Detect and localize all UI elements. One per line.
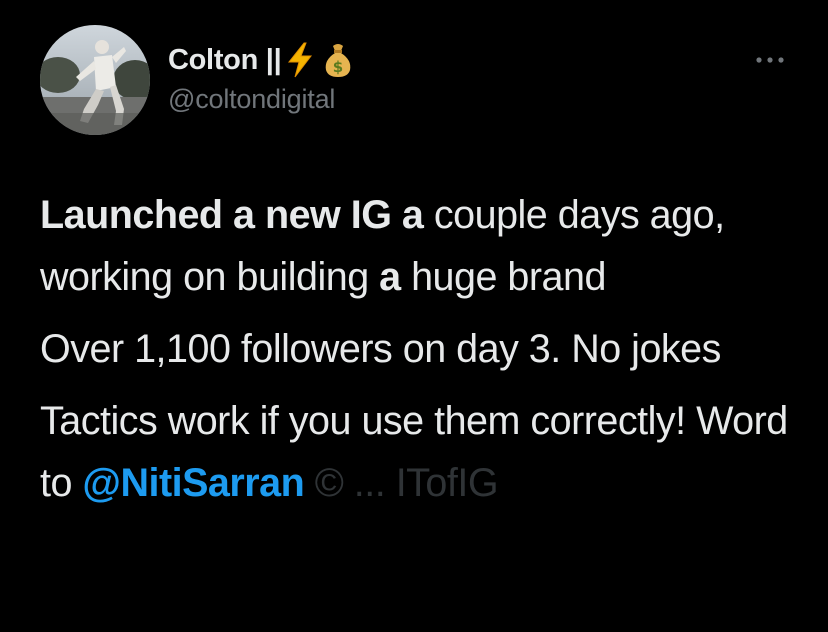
tweet-paragraph-2: Over 1,100 followers on day 3. No jokes xyxy=(40,327,721,371)
author-name-row[interactable]: Colton || $ xyxy=(168,40,353,80)
tweet-paragraph-1: Launched a new IG a couple days ago, wor… xyxy=(40,184,810,308)
tweet-paragraph-3: Tactics work if you use them correctly! … xyxy=(40,390,810,514)
avatar-photo xyxy=(40,25,150,135)
tweet-body: Launched a new IG a couple days ago, wor… xyxy=(40,184,810,524)
faded-text: ... xyxy=(353,461,396,505)
bold-text: a xyxy=(379,255,401,299)
avatar[interactable] xyxy=(40,25,150,135)
bold-text: Launched a new IG a xyxy=(40,193,424,237)
author-display-name[interactable]: Colton || xyxy=(168,44,282,77)
lightning-emoji-icon xyxy=(287,42,313,78)
faded-text: © xyxy=(304,461,354,505)
author-handle[interactable]: @coltondigital xyxy=(168,84,335,115)
money-bag-emoji-icon: $ xyxy=(323,42,353,78)
more-options-button[interactable] xyxy=(750,50,790,70)
more-dots-icon xyxy=(756,57,784,63)
text-span: huge brand xyxy=(400,255,606,299)
tweet-card: Colton || $ @coltondigital Launched a ne… xyxy=(0,0,828,632)
faded-text: ITofIG xyxy=(395,461,499,505)
svg-text:$: $ xyxy=(333,58,343,76)
mention-link[interactable]: @NitiSarran xyxy=(82,461,304,505)
